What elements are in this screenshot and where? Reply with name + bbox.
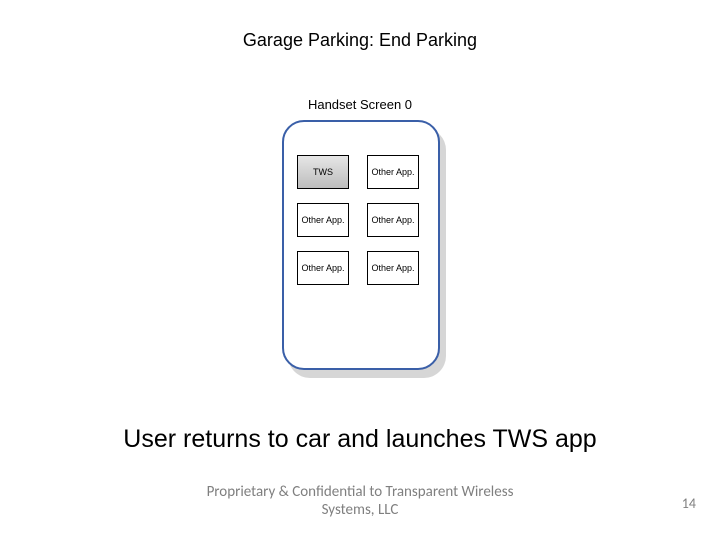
app-icon-other: Other App. [297, 203, 349, 237]
app-icon-label: Other App. [371, 215, 414, 225]
handset-screen-label: Handset Screen 0 [0, 97, 720, 112]
slide-title: Garage Parking: End Parking [0, 30, 720, 51]
app-icon-other: Other App. [367, 251, 419, 285]
app-icon-label: Other App. [301, 215, 344, 225]
footer-line-1: Proprietary & Confidential to Transparen… [207, 483, 514, 501]
app-icon-label: Other App. [301, 263, 344, 273]
app-icon-other: Other App. [367, 155, 419, 189]
app-icon-grid: TWS Other App. Other App. Other App. Oth… [297, 155, 425, 285]
app-icon-label: Other App. [371, 263, 414, 273]
app-icon-tws: TWS [297, 155, 349, 189]
footer-line-2: Systems, LLC [322, 501, 399, 519]
slide: Garage Parking: End Parking Handset Scre… [0, 0, 720, 540]
slide-caption: User returns to car and launches TWS app [0, 425, 720, 454]
footer-text: Proprietary & Confidential to Transparen… [0, 483, 720, 521]
app-icon-label: Other App. [371, 167, 414, 177]
page-number: 14 [682, 495, 696, 512]
app-icon-label: TWS [313, 167, 333, 177]
app-icon-other: Other App. [297, 251, 349, 285]
app-icon-other: Other App. [367, 203, 419, 237]
